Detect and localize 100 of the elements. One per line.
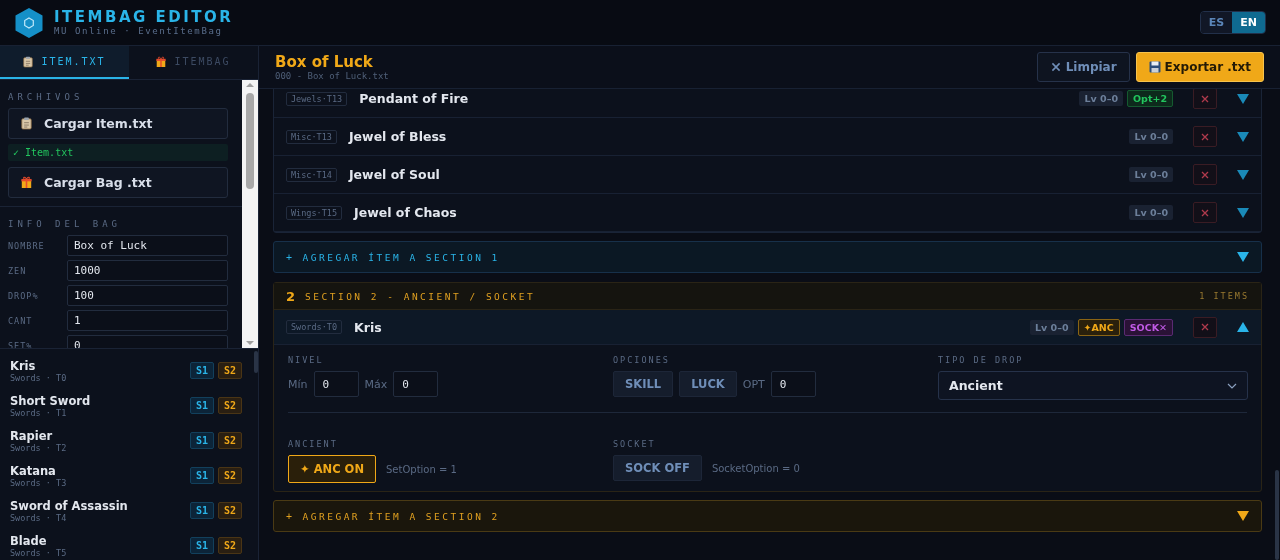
delete-button[interactable] [1193, 164, 1217, 185]
clipboard-icon [21, 117, 32, 130]
level-badge: Lv 0–0 [1129, 205, 1173, 220]
add-to-section-button[interactable]: S2 [217, 502, 242, 519]
add-item-bar[interactable]: + AGREGAR ÍTEM A SECTION 1 [273, 241, 1262, 273]
add-to-section-button[interactable]: S1 [189, 397, 214, 414]
expand-arrow-icon[interactable] [1237, 252, 1249, 262]
section-number: 2 [286, 288, 296, 304]
expand-arrow-icon[interactable] [1237, 131, 1249, 142]
level-badge: Lv 0–0 [1030, 319, 1074, 335]
drop-type-dropdown[interactable]: Ancient [938, 371, 1248, 400]
skill-toggle[interactable]: SKILL [613, 371, 674, 397]
clear-button[interactable]: Limpiar [1036, 52, 1130, 82]
close-icon [1200, 131, 1210, 142]
item-name: Rapier [10, 428, 54, 443]
sock-badge: SOCK✕ [1123, 318, 1173, 336]
level-badge: Lv 0–0 [1129, 167, 1173, 182]
bag-filename: 000 - Box of Luck.txt [275, 70, 389, 81]
add-to-section-button[interactable]: S1 [189, 432, 214, 449]
item-category: Swords · T1 [10, 407, 68, 418]
language-toggle[interactable]: EN [1232, 12, 1265, 33]
collapse-arrow-icon[interactable] [1237, 322, 1249, 332]
delete-button[interactable] [1193, 126, 1217, 147]
expand-arrow-icon[interactable] [1237, 93, 1249, 104]
item-name: Sword of Assassin [10, 498, 128, 513]
field-label: ZEN [8, 265, 28, 276]
loaded-file-status: ✓ Item.txt [8, 144, 228, 161]
item-count: 1 ITEMS [1199, 291, 1249, 301]
section-title: SECTION 2 - ANCIENT / SOCKET [305, 290, 536, 302]
add-to-section-button[interactable]: S1 [189, 502, 214, 519]
item-name: Kris [10, 358, 37, 373]
add-to-section-button[interactable]: S2 [217, 362, 242, 379]
input-field[interactable]: 0 [313, 371, 359, 397]
section-heading: INFO DEL BAG [8, 219, 123, 229]
gift-icon [21, 176, 32, 189]
scrollbar-thumb[interactable] [254, 351, 258, 373]
field-label: OPT [742, 377, 765, 391]
field-label: Máx [364, 377, 388, 391]
delete-button[interactable] [1193, 202, 1217, 223]
option-note: SetOption = 1 [386, 463, 457, 475]
anc-badge: ✦ANC [1077, 318, 1120, 336]
input-field[interactable]: Box of Luck [67, 235, 228, 256]
expand-arrow-icon[interactable] [1237, 207, 1249, 218]
delete-button[interactable] [1193, 89, 1217, 109]
item-name: Blade [10, 533, 48, 548]
opt-badge: Opt+2 [1127, 90, 1173, 107]
section-heading: ARCHIVOS [8, 92, 85, 102]
load-file-button[interactable]: Cargar Bag .txt [8, 167, 228, 198]
item-name: Pendant of Fire [359, 91, 469, 106]
item-name: Jewel of Bless [348, 129, 447, 144]
input-field[interactable]: 0 [393, 371, 439, 397]
input-field[interactable]: 100 [67, 285, 228, 306]
scrollbar[interactable] [242, 80, 258, 348]
expand-arrow-icon[interactable] [1237, 169, 1249, 180]
item-category: Swords · T5 [10, 547, 67, 558]
field-heading: OPCIONES [613, 355, 671, 365]
field-heading: ANCIENT [288, 439, 339, 449]
export-button[interactable]: Exportar .txt [1135, 52, 1264, 82]
item-tag: Misc·T13 [286, 129, 337, 144]
add-to-section-button[interactable]: S2 [217, 397, 242, 414]
item-tag: Wings·T15 [286, 205, 343, 220]
add-item-bar[interactable]: + AGREGAR ÍTEM A SECTION 2 [273, 500, 1262, 532]
scrollbar-thumb[interactable] [1275, 470, 1279, 560]
field-label: SET% [8, 340, 34, 348]
ancient-toggle[interactable]: ✦ ANC ON [288, 455, 376, 483]
app-subtitle: MU Online · EventItemBag [54, 26, 224, 36]
item-name: Jewel of Chaos [354, 205, 457, 220]
chevron-down-icon [1227, 382, 1237, 389]
add-to-section-button[interactable]: S1 [189, 362, 214, 379]
field-heading: NIVEL [288, 355, 325, 365]
add-to-section-button[interactable]: S1 [189, 467, 214, 484]
add-to-section-button[interactable]: S2 [217, 537, 242, 554]
level-badge: Lv 0–0 [1129, 129, 1173, 144]
item-tag: Misc·T14 [286, 167, 337, 182]
language-toggle[interactable]: ES [1200, 12, 1233, 33]
close-icon [1200, 169, 1210, 180]
expand-arrow-icon[interactable] [1237, 511, 1249, 521]
luck-toggle[interactable]: LUCK [679, 371, 737, 397]
field-heading: SOCKET [613, 439, 657, 449]
item-category: Swords · T3 [10, 477, 67, 488]
input-field[interactable]: 1000 [67, 260, 228, 281]
field-label: Mín [288, 377, 308, 391]
item-tag: Jewels·T13 [286, 91, 348, 106]
item-category: Swords · T0 [10, 372, 67, 383]
socket-toggle[interactable]: SOCK OFF [613, 455, 702, 481]
delete-button[interactable] [1193, 316, 1217, 338]
add-to-section-button[interactable]: S1 [189, 537, 214, 554]
option-note: SocketOption = 0 [711, 462, 800, 474]
add-to-section-button[interactable]: S2 [217, 467, 242, 484]
sidebar-tab[interactable]: ITEM.TXT [0, 46, 129, 79]
add-to-section-button[interactable]: S2 [217, 432, 242, 449]
app-title: ITEMBAG EDITOR [54, 9, 234, 26]
input-field[interactable]: 1 [67, 310, 228, 331]
field-label: CANT [8, 315, 34, 326]
input-field[interactable]: 0 [770, 371, 816, 397]
close-icon [1200, 93, 1210, 104]
load-file-button[interactable]: Cargar Item.txt [8, 108, 228, 139]
field-heading: TIPO DE DROP [938, 355, 1025, 365]
close-icon [1200, 207, 1210, 218]
field-label: NOMBRE [8, 240, 46, 251]
